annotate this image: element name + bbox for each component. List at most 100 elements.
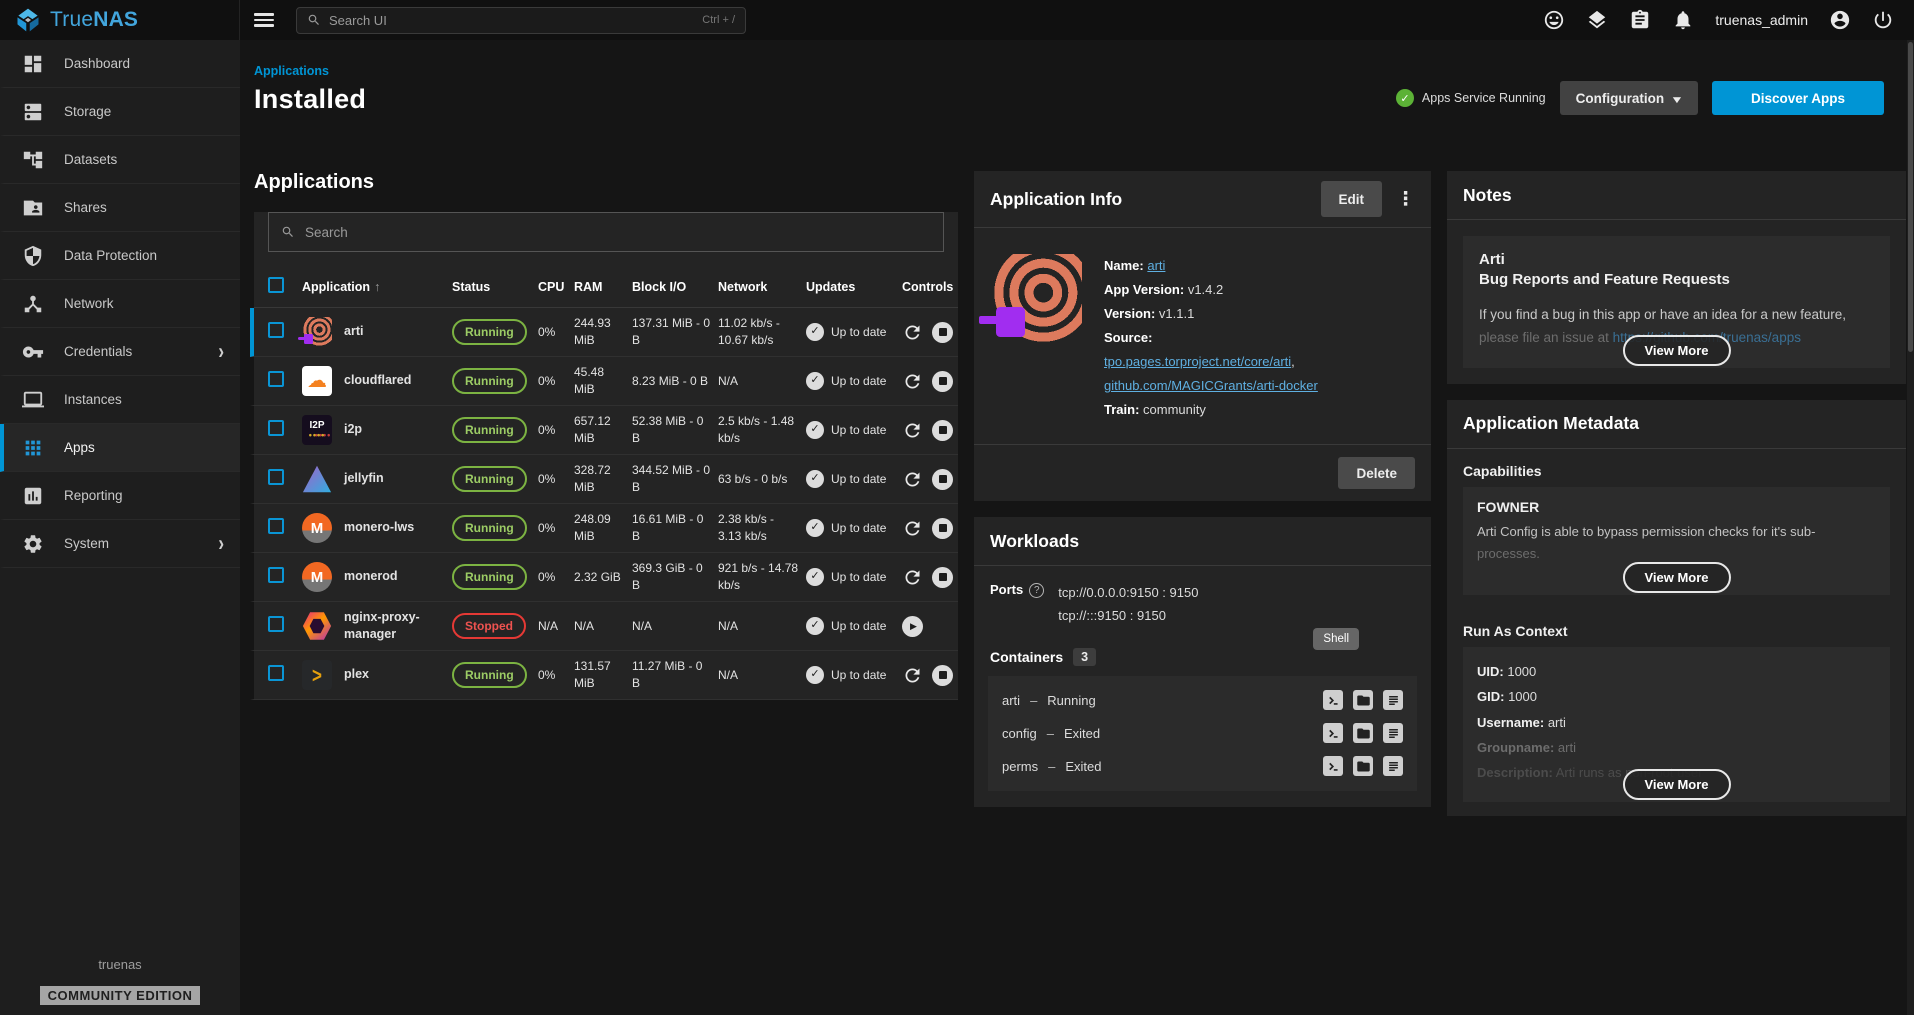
sidebar-item-credentials[interactable]: Credentials ›: [0, 328, 240, 376]
laptop-icon: [22, 389, 44, 411]
storage-icon: [22, 101, 44, 123]
source-link-2[interactable]: github.com/MAGICGrants/arti-docker: [1104, 378, 1318, 393]
truenas-logo[interactable]: TrueNAS: [0, 0, 240, 40]
table-row[interactable]: plex Running 0% 131.57 MiB 11.27 MiB - 0…: [250, 651, 958, 700]
edit-button[interactable]: Edit: [1321, 181, 1383, 217]
stop-app-icon[interactable]: [932, 322, 953, 343]
table-row[interactable]: i2p Running 0% 657.12 MiB 52.38 MiB - 0 …: [250, 406, 958, 455]
scrollbar-thumb[interactable]: [1908, 42, 1913, 352]
cpu-value: 0%: [538, 324, 574, 341]
container-folder-icon[interactable]: [1353, 723, 1373, 743]
sidebar-item-datasets[interactable]: Datasets: [0, 136, 240, 184]
container-folder-icon[interactable]: [1353, 690, 1373, 710]
container-shell-icon[interactable]: [1323, 690, 1343, 710]
sidebar-item-dashboard[interactable]: Dashboard: [0, 40, 240, 88]
truecommand-layers-icon[interactable]: [1586, 9, 1608, 31]
updates-cell: ✓ Up to date: [806, 617, 902, 635]
sidebar-item-system[interactable]: System ›: [0, 520, 240, 568]
stop-app-icon[interactable]: [932, 665, 953, 686]
container-shell-icon[interactable]: [1323, 723, 1343, 743]
row-checkbox[interactable]: [268, 371, 284, 387]
controls-cell: [902, 567, 959, 588]
menu-toggle-icon[interactable]: [254, 11, 278, 29]
column-status[interactable]: Status: [452, 280, 538, 294]
power-icon[interactable]: [1872, 9, 1894, 31]
select-all-checkbox[interactable]: [268, 277, 284, 293]
restart-app-icon[interactable]: [902, 469, 923, 490]
table-row[interactable]: monerod Running 0% 2.32 GiB 369.3 GiB - …: [250, 553, 958, 602]
notifications-bell-icon[interactable]: [1672, 9, 1694, 31]
delete-button[interactable]: Delete: [1338, 457, 1415, 489]
workloads-panel: Workloads Ports? tcp://0.0.0.0:9150 : 91…: [974, 517, 1431, 807]
column-application[interactable]: Application↑: [302, 280, 452, 294]
table-row[interactable]: nginx-proxy-manager Stopped N/A N/A N/A …: [250, 602, 958, 651]
sidebar-item-data-protection[interactable]: Data Protection: [0, 232, 240, 280]
ram-value: 248.09 MiB: [574, 511, 632, 545]
feedback-smiley-icon[interactable]: [1543, 9, 1565, 31]
sidebar-item-apps[interactable]: Apps: [0, 424, 240, 472]
table-row[interactable]: monero-lws Running 0% 248.09 MiB 16.61 M…: [250, 504, 958, 553]
row-checkbox[interactable]: [268, 616, 284, 632]
global-search-input[interactable]: Search UI Ctrl + /: [296, 7, 746, 34]
updates-cell: ✓ Up to date: [806, 568, 902, 586]
status-badge: Running: [452, 515, 527, 542]
stop-app-icon[interactable]: [932, 518, 953, 539]
restart-app-icon[interactable]: [902, 518, 923, 539]
bar-chart-icon: [22, 485, 44, 507]
restart-app-icon[interactable]: [902, 371, 923, 392]
network-value: 2.38 kb/s - 3.13 kb/s: [718, 511, 806, 545]
row-checkbox[interactable]: [268, 665, 284, 681]
restart-app-icon[interactable]: [902, 420, 923, 441]
table-search-input[interactable]: Search: [268, 212, 944, 252]
table-row[interactable]: cloudflared Running 0% 45.48 MiB 8.23 Mi…: [250, 357, 958, 406]
row-checkbox[interactable]: [268, 420, 284, 436]
sidebar-item-storage[interactable]: Storage: [0, 88, 240, 136]
sidebar-item-shares[interactable]: Shares: [0, 184, 240, 232]
column-network[interactable]: Network: [718, 280, 806, 294]
capability-view-more-button[interactable]: View More: [1622, 562, 1730, 593]
column-ram[interactable]: RAM: [574, 280, 632, 294]
row-checkbox[interactable]: [268, 567, 284, 583]
container-logs-icon[interactable]: [1383, 723, 1403, 743]
cpu-value: 0%: [538, 569, 574, 586]
discover-apps-button[interactable]: Discover Apps: [1712, 81, 1884, 115]
app-name-link[interactable]: arti: [1147, 258, 1165, 273]
row-checkbox[interactable]: [268, 322, 284, 338]
restart-app-icon[interactable]: [902, 665, 923, 686]
stop-app-icon[interactable]: [932, 567, 953, 588]
table-row[interactable]: arti Running 0% 244.93 MiB 137.31 MiB - …: [250, 308, 958, 357]
sidebar-item-instances[interactable]: Instances: [0, 376, 240, 424]
stop-app-icon[interactable]: [932, 371, 953, 392]
container-logs-icon[interactable]: [1383, 756, 1403, 776]
restart-app-icon[interactable]: [902, 322, 923, 343]
chevron-right-icon: ›: [218, 339, 224, 365]
stop-app-icon[interactable]: [932, 469, 953, 490]
jobs-clipboard-icon[interactable]: [1629, 9, 1651, 31]
column-block-io[interactable]: Block I/O: [632, 280, 718, 294]
kebab-menu-icon[interactable]: ⋮: [1396, 188, 1415, 211]
row-checkbox[interactable]: [268, 469, 284, 485]
restart-app-icon[interactable]: [902, 567, 923, 588]
container-folder-icon[interactable]: [1353, 756, 1373, 776]
table-row[interactable]: jellyfin Running 0% 328.72 MiB 344.52 Mi…: [250, 455, 958, 504]
column-updates[interactable]: Updates: [806, 280, 902, 294]
brand-text: TrueNAS: [50, 8, 138, 32]
breadcrumb[interactable]: Applications: [254, 64, 366, 78]
runas-view-more-button[interactable]: View More: [1622, 769, 1730, 800]
row-checkbox[interactable]: [268, 518, 284, 534]
block-io-value: 52.38 MiB - 0 B: [632, 413, 718, 447]
start-app-icon[interactable]: ▶: [902, 616, 923, 637]
sidebar-item-reporting[interactable]: Reporting: [0, 472, 240, 520]
sidebar-item-network[interactable]: Network: [0, 280, 240, 328]
help-icon[interactable]: ?: [1029, 583, 1044, 598]
column-cpu[interactable]: CPU: [538, 280, 574, 294]
source-link-1[interactable]: tpo.pages.torproject.net/core/arti: [1104, 354, 1291, 369]
account-avatar-icon[interactable]: [1829, 9, 1851, 31]
configuration-button[interactable]: Configuration▼: [1560, 81, 1698, 115]
updates-cell: ✓ Up to date: [806, 519, 902, 537]
app-icon: [302, 611, 332, 641]
notes-view-more-button[interactable]: View More: [1622, 335, 1730, 366]
stop-app-icon[interactable]: [932, 420, 953, 441]
container-shell-icon[interactable]: [1323, 756, 1343, 776]
container-logs-icon[interactable]: [1383, 690, 1403, 710]
